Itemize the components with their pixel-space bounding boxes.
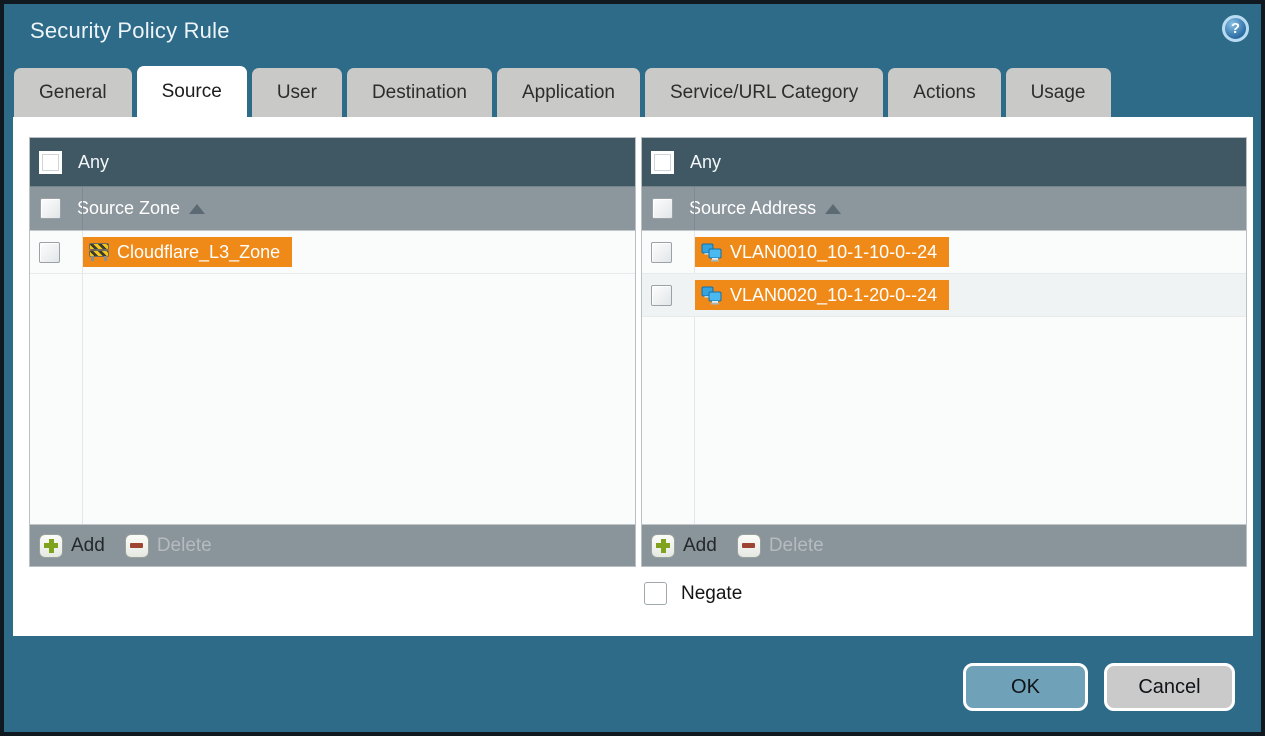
row-checkbox[interactable] [651, 284, 672, 306]
source-zone-rows: Cloudflare_L3_Zone [30, 230, 635, 524]
source-address-item-label: VLAN0020_10-1-20-0--24 [730, 284, 938, 305]
source-zone-select-all-checkbox[interactable] [40, 198, 61, 219]
minus-icon [736, 533, 761, 558]
source-address-item-label: VLAN0010_10-1-10-0--24 [730, 241, 938, 262]
table-row: Cloudflare_L3_Zone [30, 231, 635, 274]
add-button-label: Add [683, 534, 717, 556]
minus-icon [124, 533, 149, 558]
negate-checkbox[interactable] [644, 582, 667, 605]
source-zone-any-checkbox[interactable] [39, 150, 62, 174]
source-address-item[interactable]: VLAN0020_10-1-20-0--24 [695, 280, 950, 310]
zone-icon [89, 243, 109, 261]
row-checkbox[interactable] [39, 241, 60, 263]
source-zone-any-bar: Any [30, 138, 635, 186]
delete-button-label: Delete [768, 534, 824, 556]
table-row: VLAN0020_10-1-20-0--24 [642, 274, 1246, 317]
tab-destination[interactable]: Destination [346, 68, 492, 117]
source-zone-footer: Add Delete [30, 524, 635, 566]
row-checkbox[interactable] [651, 241, 672, 263]
source-zone-item-label: Cloudflare_L3_Zone [117, 241, 281, 262]
plus-icon [651, 533, 675, 558]
source-zone-column-header[interactable]: Source Zone [30, 186, 635, 230]
source-address-select-all-checkbox[interactable] [652, 198, 673, 219]
tab-user[interactable]: User [251, 68, 342, 117]
source-address-any-label: Any [690, 151, 722, 172]
negate-label: Negate [681, 582, 743, 604]
source-tab-content: Any Source Zone Cloudflare_L3_Zone Add D… [13, 117, 1253, 636]
dialog-title: Security Policy Rule [30, 18, 230, 43]
tab-source[interactable]: Source [136, 66, 247, 117]
cancel-button[interactable]: Cancel [1104, 663, 1235, 711]
tab-actions[interactable]: Actions [888, 68, 1001, 117]
tab-general[interactable]: General [14, 68, 132, 117]
network-hosts-icon [701, 243, 722, 261]
title-bar: Security Policy Rule ? [4, 4, 1261, 62]
add-button[interactable]: Add [651, 533, 717, 558]
negate-row: Negate [644, 582, 742, 605]
ok-button[interactable]: OK [963, 663, 1088, 711]
tab-bar: General Source User Destination Applicat… [14, 66, 1111, 117]
tab-usage[interactable]: Usage [1005, 68, 1111, 117]
source-zone-any-label: Any [78, 151, 110, 172]
source-zone-panel: Any Source Zone Cloudflare_L3_Zone Add D… [29, 137, 636, 567]
tab-service-url-category[interactable]: Service/URL Category [644, 68, 884, 117]
sort-asc-icon [189, 203, 206, 214]
source-address-any-checkbox[interactable] [651, 150, 674, 174]
source-address-column-label: Source Address [689, 198, 817, 218]
source-address-item[interactable]: VLAN0010_10-1-10-0--24 [695, 237, 950, 267]
tab-application[interactable]: Application [497, 68, 640, 117]
source-address-panel: Any Source Address VLAN0010_10-1-10-0--2… [641, 137, 1247, 567]
add-button-label: Add [71, 534, 105, 556]
source-address-footer: Add Delete [642, 524, 1246, 566]
delete-button[interactable]: Delete [736, 533, 824, 558]
network-hosts-icon [701, 286, 722, 304]
table-row: VLAN0010_10-1-10-0--24 [642, 231, 1246, 274]
source-zone-column-label: Source Zone [77, 198, 181, 218]
delete-button[interactable]: Delete [124, 533, 212, 558]
source-address-column-header[interactable]: Source Address [642, 186, 1246, 230]
source-address-any-bar: Any [642, 138, 1246, 186]
sort-asc-icon [825, 203, 842, 214]
help-icon[interactable]: ? [1222, 15, 1249, 42]
plus-icon [39, 533, 63, 558]
delete-button-label: Delete [156, 534, 212, 556]
security-policy-rule-dialog: Security Policy Rule ? General Source Us… [0, 0, 1265, 736]
source-zone-item[interactable]: Cloudflare_L3_Zone [83, 237, 293, 267]
source-address-rows: VLAN0010_10-1-10-0--24 VLAN0020_10-1-20-… [642, 230, 1246, 524]
add-button[interactable]: Add [39, 533, 105, 558]
